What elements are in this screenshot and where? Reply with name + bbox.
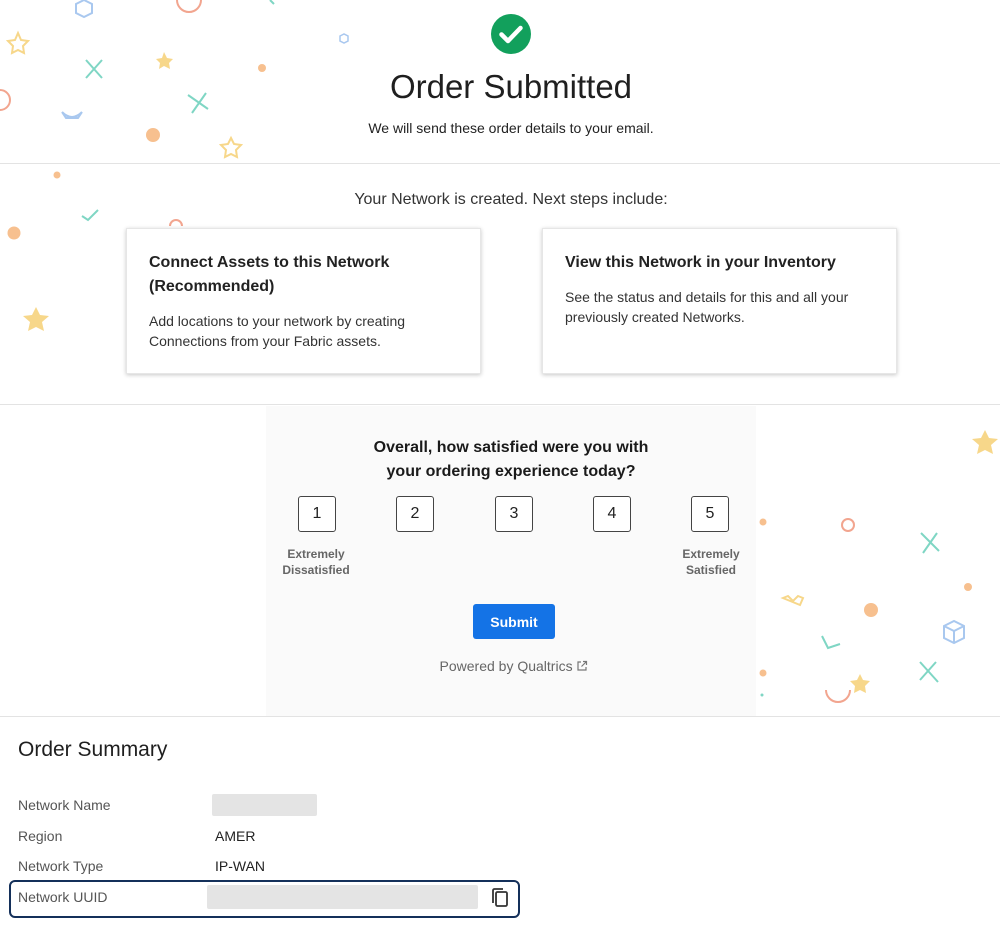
region-value: AMER — [215, 828, 256, 844]
next-steps-heading: Your Network is created. Next steps incl… — [354, 191, 668, 208]
page-title: Order Submitted — [389, 68, 633, 105]
high-rating-label: Extremely Satisfied — [682, 547, 740, 577]
rating-button-2[interactable]: 2 — [396, 496, 434, 532]
powered-by-qualtrics[interactable]: Powered by Qualtrics — [266, 658, 762, 674]
rating-button-3[interactable]: 3 — [495, 496, 533, 532]
network-name-value-redacted — [212, 794, 317, 816]
view-inventory-card[interactable]: View this Network in your Inventory See … — [542, 228, 897, 374]
survey-submit-button[interactable]: Submit — [473, 604, 555, 639]
powered-by-text: Powered by Qualtrics — [439, 658, 573, 674]
rating-button-1[interactable]: 1 — [298, 496, 336, 532]
connect-assets-card[interactable]: Connect Assets to this Network (Recommen… — [126, 228, 481, 374]
card-title: Connect Assets to this Network (Recommen… — [149, 254, 390, 295]
rating-button-5[interactable]: 5 — [691, 496, 729, 532]
network-uuid-value-redacted — [207, 885, 478, 909]
survey-divider — [0, 716, 1000, 717]
network-type-label: Network Type — [18, 858, 104, 874]
external-link-icon — [577, 660, 588, 671]
order-summary-title: Order Summary — [18, 738, 168, 761]
region-label: Region — [18, 828, 63, 844]
copy-icon[interactable] — [489, 886, 511, 910]
network-name-label: Network Name — [18, 797, 111, 813]
low-rating-label: Extremely Dissatisfied — [282, 547, 350, 577]
card-description: Add locations to your network by creatin… — [149, 313, 406, 349]
check-circle-icon — [491, 14, 531, 54]
network-type-value: IP-WAN — [215, 858, 266, 874]
rating-button-4[interactable]: 4 — [593, 496, 631, 532]
order-submitted-header: Order Submitted We will send these order… — [0, 0, 1000, 163]
next-steps-divider — [0, 404, 1000, 405]
card-description: See the status and details for this and … — [565, 289, 849, 325]
satisfaction-survey: Overall, how satisfied were you with you… — [266, 406, 756, 716]
survey-question-text: Overall, how satisfied were you with you… — [373, 439, 649, 480]
header-divider — [0, 163, 1000, 164]
survey-question: Overall, how satisfied were you with you… — [266, 436, 756, 484]
page-subtitle: We will send these order details to your… — [368, 120, 654, 136]
card-title: View this Network in your Inventory — [565, 254, 836, 271]
network-uuid-label: Network UUID — [18, 889, 108, 905]
